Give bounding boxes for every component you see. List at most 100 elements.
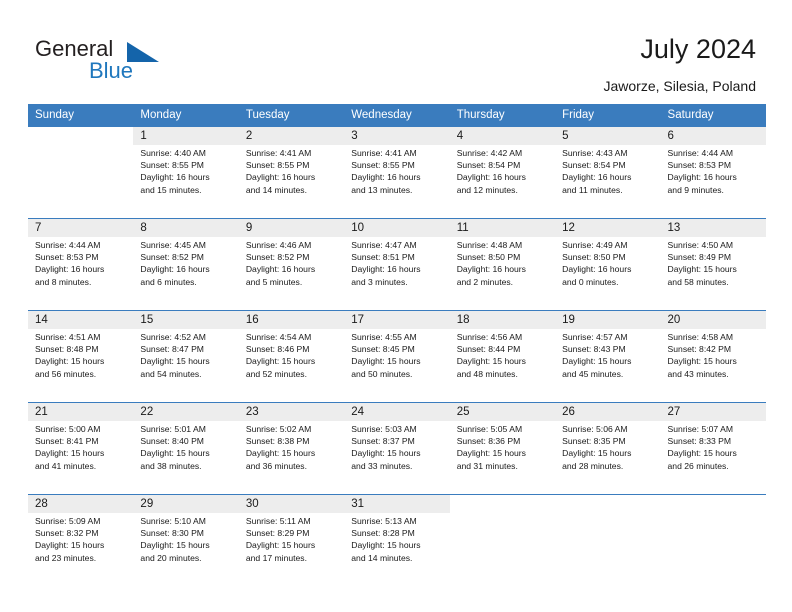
day-cell[interactable]: Sunrise: 4:43 AM Sunset: 8:54 PM Daylight:… bbox=[555, 145, 661, 209]
day-cell[interactable]: Sunrise: 4:56 AM Sunset: 8:44 PM Daylight:… bbox=[449, 329, 556, 393]
day-daylight-line1-text: Daylight: 16 hours bbox=[456, 264, 526, 275]
day-cell[interactable]: Sunrise: 5:09 AM Sunset: 8:32 PM Daylight:… bbox=[28, 513, 134, 577]
day-number[interactable]: 3 bbox=[344, 126, 450, 145]
day-number[interactable]: 12 bbox=[555, 218, 661, 237]
day-number[interactable]: 10 bbox=[344, 218, 450, 237]
day-cell[interactable]: Sunrise: 4:45 AM Sunset: 8:52 PM Daylight:… bbox=[133, 237, 239, 301]
day-number[interactable]: 31 bbox=[344, 494, 450, 513]
day-number[interactable]: 30 bbox=[238, 494, 345, 513]
day-sunset-text: Sunset: 8:28 PM bbox=[351, 528, 415, 539]
day-cell[interactable]: Sunrise: 4:44 AM Sunset: 8:53 PM Daylight:… bbox=[660, 145, 766, 209]
day-number[interactable]: 16 bbox=[238, 310, 345, 329]
day-number[interactable]: 18 bbox=[449, 310, 556, 329]
day-number[interactable]: 6 bbox=[660, 126, 766, 145]
day-sunrise-text: Sunrise: 5:13 AM bbox=[351, 516, 417, 526]
day-number[interactable]: 7 bbox=[28, 218, 134, 237]
day-number[interactable]: 4 bbox=[449, 126, 556, 145]
day-daylight-line1-text: Daylight: 16 hours bbox=[35, 264, 105, 275]
day-daylight-line2-text: and 31 minutes. bbox=[456, 460, 518, 471]
week-spacer-cell bbox=[28, 209, 766, 218]
day-sunset-text: Sunset: 8:29 PM bbox=[245, 528, 310, 539]
day-cell[interactable]: Sunrise: 5:00 AM Sunset: 8:41 PM Daylight:… bbox=[28, 421, 134, 485]
day-daylight-line1-text: Daylight: 15 hours bbox=[667, 264, 737, 275]
day-number[interactable]: 19 bbox=[555, 310, 661, 329]
day-number[interactable]: 13 bbox=[660, 218, 766, 237]
day-number[interactable]: 2 bbox=[238, 126, 345, 145]
day-number[interactable]: 1 bbox=[133, 126, 239, 145]
day-number[interactable]: 15 bbox=[133, 310, 239, 329]
day-number[interactable]: 28 bbox=[28, 494, 134, 513]
day-sunset-text: Sunset: 8:55 PM bbox=[351, 160, 415, 171]
weekday-header-tuesday: Tuesday bbox=[238, 104, 345, 126]
day-daylight-line2-text: and 58 minutes. bbox=[667, 276, 729, 287]
page-header: General Blue July 2024 Jaworze, Silesia,… bbox=[0, 0, 792, 104]
day-cell[interactable]: Sunrise: 4:49 AM Sunset: 8:50 PM Daylight:… bbox=[555, 237, 661, 301]
day-sunset-text: Sunset: 8:46 PM bbox=[245, 344, 310, 355]
day-sunrise-text: Sunrise: 4:54 AM bbox=[245, 332, 312, 342]
day-cell[interactable]: Sunrise: 4:40 AM Sunset: 8:55 PM Daylight:… bbox=[133, 145, 239, 209]
day-daylight-line2-text: and 52 minutes. bbox=[245, 368, 307, 379]
day-daylight-line1-text: Daylight: 15 hours bbox=[140, 540, 210, 551]
day-detail-row: Sunrise: 4:44 AM Sunset: 8:53 PM Daylight:… bbox=[28, 237, 766, 301]
day-cell[interactable]: Sunrise: 5:05 AM Sunset: 8:36 PM Daylight:… bbox=[449, 421, 556, 485]
day-number[interactable]: 22 bbox=[133, 402, 239, 421]
day-daylight-line1-text: Daylight: 16 hours bbox=[562, 264, 632, 275]
day-number[interactable]: 14 bbox=[28, 310, 134, 329]
day-cell[interactable]: Sunrise: 4:41 AM Sunset: 8:55 PM Daylight:… bbox=[238, 145, 345, 209]
day-number[interactable]: 11 bbox=[449, 218, 556, 237]
day-number[interactable]: 21 bbox=[28, 402, 134, 421]
day-number[interactable]: 27 bbox=[660, 402, 766, 421]
day-cell[interactable]: Sunrise: 4:47 AM Sunset: 8:51 PM Daylight:… bbox=[344, 237, 450, 301]
day-cell[interactable]: Sunrise: 4:46 AM Sunset: 8:52 PM Daylight:… bbox=[238, 237, 345, 301]
day-cell[interactable]: Sunrise: 5:07 AM Sunset: 8:33 PM Daylight:… bbox=[660, 421, 766, 485]
day-cell[interactable]: Sunrise: 4:44 AM Sunset: 8:53 PM Daylight:… bbox=[28, 237, 134, 301]
day-sunset-text: Sunset: 8:38 PM bbox=[245, 436, 310, 447]
day-number[interactable]: 5 bbox=[555, 126, 661, 145]
day-cell[interactable]: Sunrise: 4:51 AM Sunset: 8:48 PM Daylight:… bbox=[28, 329, 134, 393]
day-cell[interactable]: Sunrise: 4:48 AM Sunset: 8:50 PM Daylight:… bbox=[449, 237, 556, 301]
day-cell[interactable]: Sunrise: 4:52 AM Sunset: 8:47 PM Daylight:… bbox=[133, 329, 239, 393]
day-cell[interactable]: Sunrise: 5:03 AM Sunset: 8:37 PM Daylight:… bbox=[344, 421, 450, 485]
day-cell[interactable]: Sunrise: 5:10 AM Sunset: 8:30 PM Daylight:… bbox=[133, 513, 239, 577]
day-cell[interactable]: Sunrise: 5:01 AM Sunset: 8:40 PM Daylight:… bbox=[133, 421, 239, 485]
day-daylight-line1-text: Daylight: 15 hours bbox=[667, 356, 737, 367]
day-daylight-line1-text: Daylight: 15 hours bbox=[245, 540, 316, 551]
day-cell[interactable]: Sunrise: 5:06 AM Sunset: 8:35 PM Daylight:… bbox=[555, 421, 661, 485]
day-daylight-line2-text: and 36 minutes. bbox=[245, 460, 307, 471]
day-daylight-line2-text: and 13 minutes. bbox=[351, 184, 413, 195]
day-daylight-line1-text: Daylight: 16 hours bbox=[456, 172, 526, 183]
day-number[interactable]: 26 bbox=[555, 402, 661, 421]
day-number[interactable]: 24 bbox=[344, 402, 450, 421]
day-daylight-line1-text: Daylight: 16 hours bbox=[562, 172, 632, 183]
day-number[interactable]: 8 bbox=[133, 218, 239, 237]
weekday-header-thursday: Thursday bbox=[449, 104, 556, 126]
day-sunset-text: Sunset: 8:41 PM bbox=[35, 436, 99, 447]
day-daylight-line2-text: and 8 minutes. bbox=[35, 276, 92, 287]
day-cell[interactable]: Sunrise: 4:42 AM Sunset: 8:54 PM Daylight:… bbox=[449, 145, 556, 209]
day-cell-empty bbox=[660, 513, 766, 577]
weekday-header-monday: Monday bbox=[133, 104, 239, 126]
day-cell[interactable]: Sunrise: 4:58 AM Sunset: 8:42 PM Daylight:… bbox=[660, 329, 766, 393]
day-cell[interactable]: Sunrise: 5:13 AM Sunset: 8:28 PM Daylight:… bbox=[344, 513, 450, 577]
day-daylight-line2-text: and 2 minutes. bbox=[456, 276, 514, 287]
day-number[interactable]: 29 bbox=[133, 494, 239, 513]
day-number[interactable]: 25 bbox=[449, 402, 556, 421]
day-daylight-line1-text: Daylight: 15 hours bbox=[456, 448, 526, 459]
day-daylight-line2-text: and 28 minutes. bbox=[562, 460, 624, 471]
day-cell[interactable]: Sunrise: 4:54 AM Sunset: 8:46 PM Daylight:… bbox=[238, 329, 345, 393]
day-sunrise-text: Sunrise: 4:42 AM bbox=[456, 148, 523, 158]
day-number[interactable]: 17 bbox=[344, 310, 450, 329]
day-cell[interactable]: Sunrise: 5:11 AM Sunset: 8:29 PM Daylight:… bbox=[238, 513, 345, 577]
day-number[interactable]: 20 bbox=[660, 310, 766, 329]
day-cell[interactable]: Sunrise: 4:50 AM Sunset: 8:49 PM Daylight:… bbox=[660, 237, 766, 301]
day-cell[interactable]: Sunrise: 4:57 AM Sunset: 8:43 PM Daylight:… bbox=[555, 329, 661, 393]
day-cell[interactable]: Sunrise: 4:41 AM Sunset: 8:55 PM Daylight:… bbox=[344, 145, 450, 209]
day-number[interactable]: 9 bbox=[238, 218, 345, 237]
day-number[interactable]: 23 bbox=[238, 402, 345, 421]
day-sunrise-text: Sunrise: 4:43 AM bbox=[562, 148, 628, 158]
day-cell[interactable]: Sunrise: 4:55 AM Sunset: 8:45 PM Daylight:… bbox=[344, 329, 450, 393]
day-daylight-line2-text: and 20 minutes. bbox=[140, 552, 202, 563]
day-sunrise-text: Sunrise: 4:41 AM bbox=[351, 148, 417, 158]
day-sunset-text: Sunset: 8:35 PM bbox=[562, 436, 626, 447]
day-cell[interactable]: Sunrise: 5:02 AM Sunset: 8:38 PM Daylight:… bbox=[238, 421, 345, 485]
